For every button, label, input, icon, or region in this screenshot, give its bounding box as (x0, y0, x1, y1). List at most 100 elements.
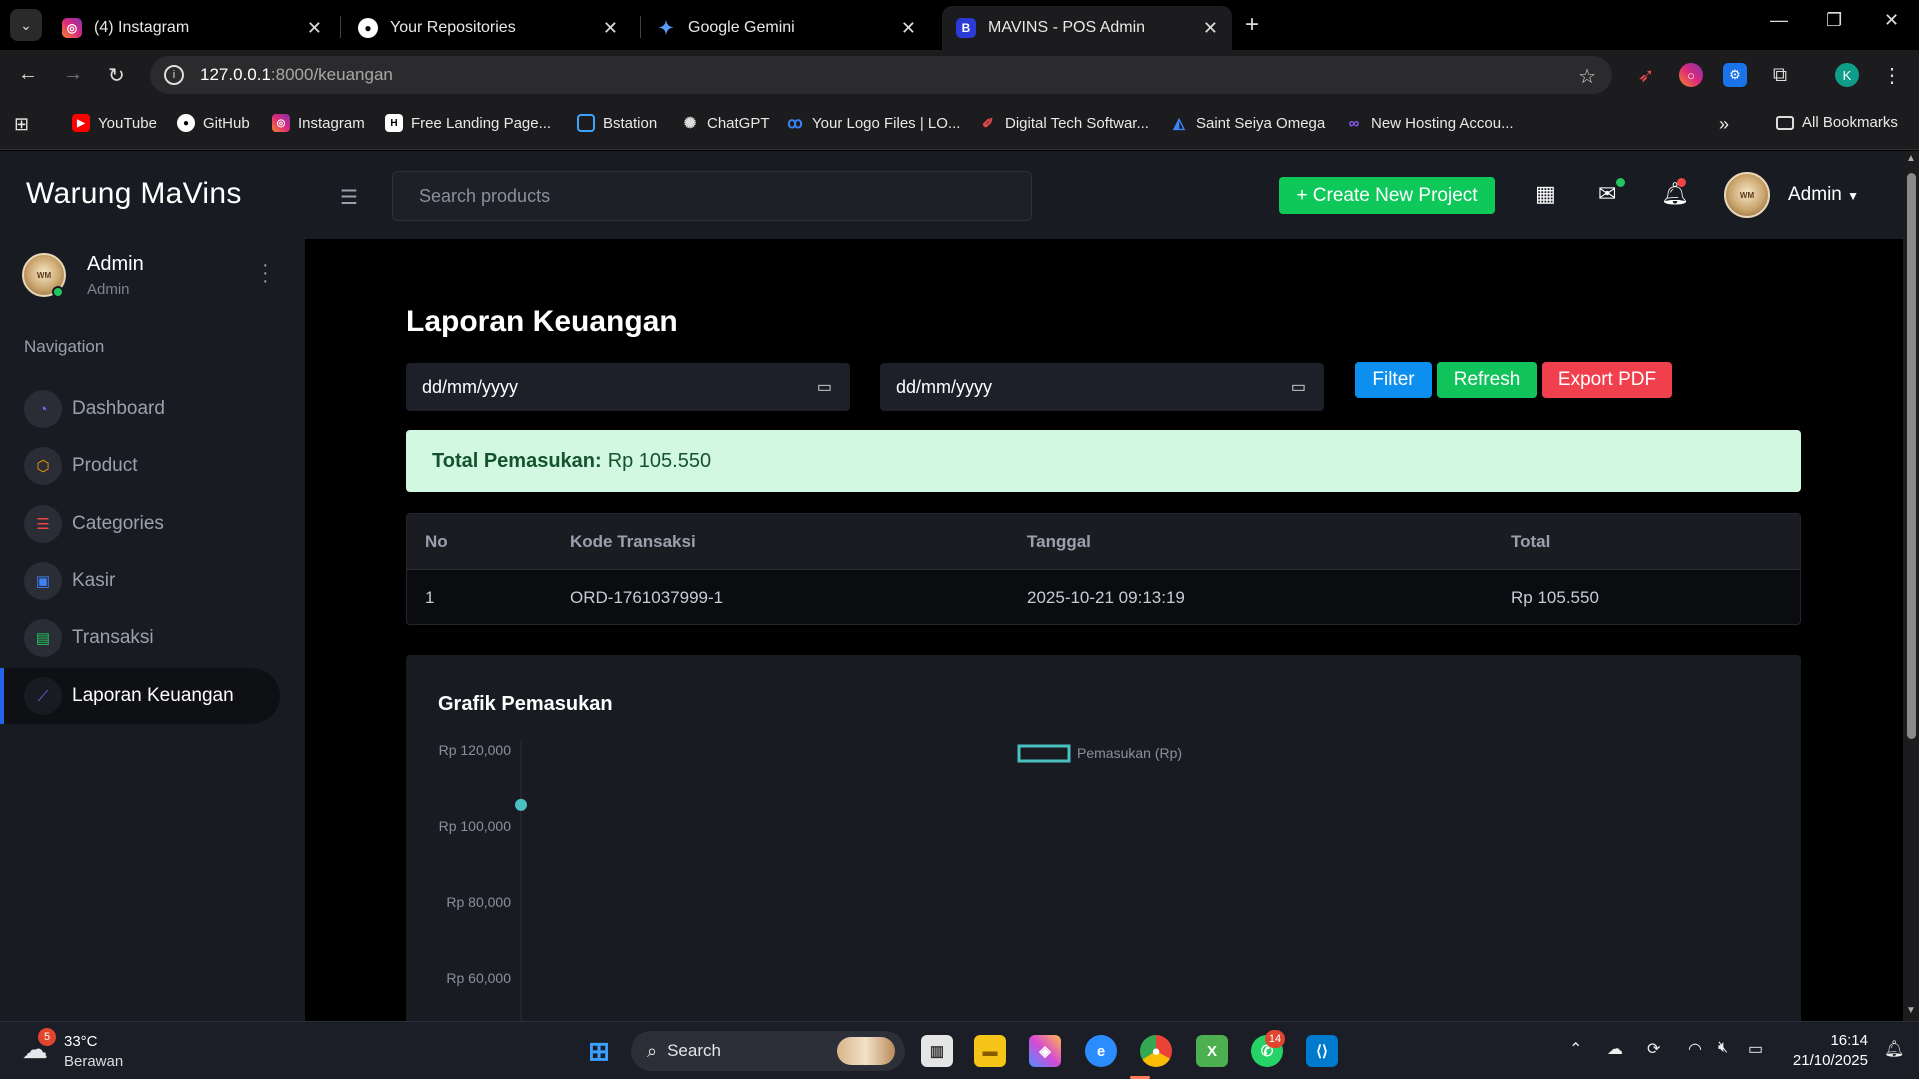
weather-temp[interactable]: 33°C (64, 1033, 98, 1050)
back-arrow-icon[interactable]: ← (18, 63, 38, 86)
task-view-icon[interactable]: ▥ (921, 1035, 953, 1067)
bookmark-label: Your Logo Files | LO... (812, 114, 961, 132)
edge-icon[interactable]: e (1085, 1035, 1117, 1067)
caret-down-icon: ▼ (1847, 189, 1860, 203)
weather-badge: 5 (38, 1028, 56, 1046)
xampp-icon[interactable]: X (1196, 1035, 1228, 1067)
scrollbar-thumb[interactable] (1907, 173, 1916, 739)
battery-icon[interactable]: ▭ (1748, 1039, 1763, 1059)
url-input[interactable]: i 127.0.0.1:8000/keuangan ☆ (150, 56, 1612, 94)
page-scrollbar[interactable]: ▲ ▼ (1903, 151, 1919, 1021)
receipt-icon: ▤ (24, 619, 62, 657)
calendar-icon[interactable]: ▭ (817, 377, 832, 397)
legend-label: Pemasukan (Rp) (1077, 745, 1182, 761)
scroll-down-icon[interactable]: ▼ (1906, 1005, 1916, 1016)
tab-instagram[interactable]: ◎ (4) Instagram ✕ (48, 6, 336, 50)
tab-mavins-active[interactable]: B MAVINS - POS Admin ✕ (942, 6, 1232, 50)
bookmark-instagram[interactable]: ◎ Instagram (272, 114, 365, 132)
site-info-icon[interactable]: i (164, 65, 184, 85)
export-pdf-button[interactable]: Export PDF (1542, 362, 1672, 398)
sidebar-item-categories[interactable]: ☰ Categories (0, 496, 280, 552)
mail-icon[interactable]: ✉ (1598, 181, 1616, 207)
bookmark-star-icon[interactable]: ☆ (1578, 64, 1596, 89)
copilot-icon[interactable]: ◈ (1029, 1035, 1061, 1067)
date-from-input[interactable]: dd/mm/yyyy ▭ (406, 363, 850, 411)
bookmark-logo-files[interactable]: ꝏ Your Logo Files | LO... (786, 114, 961, 133)
sidebar-item-kasir[interactable]: ▣ Kasir (0, 553, 280, 609)
wifi-icon[interactable]: ◠ (1688, 1039, 1702, 1059)
sidebar-item-product[interactable]: ⬡ Product (0, 438, 280, 494)
windows-start-icon[interactable]: ⊞ (583, 1035, 615, 1067)
all-bookmarks-button[interactable]: All Bookmarks (1776, 114, 1898, 131)
grid-icon[interactable]: ▦ (1535, 181, 1556, 207)
sync-icon[interactable]: ⟳ (1647, 1039, 1660, 1059)
refresh-button[interactable]: Refresh (1437, 362, 1537, 398)
hamburger-menu-icon[interactable]: ☰ (340, 185, 358, 210)
clock-time[interactable]: 16:14 (1788, 1032, 1868, 1049)
create-new-project-button[interactable]: + Create New Project (1279, 177, 1495, 214)
user-role: Admin (87, 281, 130, 298)
file-explorer-icon[interactable]: ▬ (974, 1035, 1006, 1067)
close-tab-icon[interactable]: ✕ (603, 18, 618, 39)
sidebar: Warung MaVins WM Admin Admin · · · Navigat… (0, 151, 305, 1021)
bookmark-youtube[interactable]: ▶ YouTube (72, 114, 157, 132)
bookmark-bstation[interactable]: Bstation (577, 114, 657, 132)
bookmark-github[interactable]: ● GitHub (177, 114, 250, 132)
tray-overflow-icon[interactable]: ⌃ (1569, 1039, 1582, 1059)
mail-notification-dot (1616, 178, 1625, 187)
restore-icon[interactable]: ❐ (1826, 10, 1842, 31)
brand-title[interactable]: Warung MaVins (26, 177, 242, 211)
bookmark-hosting[interactable]: ∞ New Hosting Accou... (1345, 114, 1514, 132)
apps-grid-icon[interactable]: ⊞ (14, 114, 29, 135)
extension-gear-icon[interactable]: ⚙ (1723, 63, 1747, 87)
clock-date[interactable]: 21/10/2025 (1778, 1052, 1868, 1069)
taskbar-search-box[interactable]: ⌕ Search (631, 1031, 905, 1071)
close-tab-icon[interactable]: ✕ (901, 18, 916, 39)
bookmark-landing-page[interactable]: H Free Landing Page... (385, 114, 551, 132)
tab-github[interactable]: ● Your Repositories ✕ (344, 6, 632, 50)
close-tab-icon[interactable]: ✕ (1203, 18, 1218, 39)
column-header: Tanggal (1027, 532, 1091, 551)
weather-desc[interactable]: Berawan (64, 1053, 123, 1070)
extension-circle-icon[interactable]: ○ (1679, 63, 1703, 87)
bookmark-digital-tech[interactable]: ✐ Digital Tech Softwar... (979, 114, 1149, 132)
profile-avatar[interactable]: K (1835, 63, 1859, 87)
bookmark-chatgpt[interactable]: ✺ ChatGPT (681, 114, 770, 133)
tab-gemini[interactable]: ✦ Google Gemini ✕ (642, 6, 930, 50)
calendar-icon[interactable]: ▭ (1291, 377, 1306, 397)
admin-dropdown[interactable]: Admin ▼ (1788, 184, 1859, 206)
reload-icon[interactable]: ↻ (108, 63, 125, 88)
github-icon: ● (177, 114, 195, 132)
sidebar-item-transaksi[interactable]: ▤ Transaksi (0, 610, 280, 666)
extensions-puzzle-icon[interactable]: ⧉ (1768, 63, 1792, 87)
chrome-icon[interactable]: ● (1140, 1035, 1172, 1067)
vscode-icon[interactable]: ⟨⟩ (1306, 1035, 1338, 1067)
new-tab-icon[interactable]: + (1245, 11, 1259, 39)
volume-muted-icon[interactable]: 🔇︎ (1718, 1039, 1728, 1057)
notification-center-icon[interactable]: 🔔︎ (1884, 1039, 1904, 1059)
bookmark-saint-seiya[interactable]: ◭ Saint Seiya Omega (1170, 114, 1325, 133)
bookmark-label: YouTube (98, 114, 157, 132)
more-bookmarks-icon[interactable]: » (1719, 114, 1729, 135)
sidebar-item-dashboard[interactable]: ◔ Dashboard (0, 381, 280, 437)
scroll-up-icon[interactable]: ▲ (1906, 153, 1916, 164)
income-chart-card: Grafik Pemasukan Rp 120,000 Rp 100,000 Rp … (406, 655, 1801, 1021)
forward-arrow-icon[interactable]: → (63, 63, 83, 86)
date-to-input[interactable]: dd/mm/yyyy ▭ (880, 363, 1324, 411)
user-menu-kebab-icon[interactable]: · · · (262, 255, 269, 291)
column-header: Total (1511, 532, 1551, 551)
minimize-icon[interactable]: — (1770, 10, 1788, 31)
table-cell: Rp 105.550 (1511, 588, 1599, 607)
search-input[interactable]: Search products (392, 171, 1032, 221)
tab-search-button[interactable]: ⌄ (10, 9, 42, 41)
admin-avatar[interactable]: WM (1724, 172, 1770, 218)
close-window-icon[interactable]: ✕ (1884, 10, 1899, 31)
filter-button[interactable]: Filter (1355, 362, 1432, 398)
extension-bird-icon[interactable]: ➶ (1634, 63, 1658, 87)
onedrive-icon[interactable]: ☁ (1607, 1039, 1623, 1059)
sidebar-item-label: Laporan Keuangan (72, 685, 234, 706)
close-tab-icon[interactable]: ✕ (307, 18, 322, 39)
browser-menu-icon[interactable]: ⋮ (1880, 63, 1904, 87)
sidebar-item-laporan-keuangan[interactable]: ⟋ Laporan Keuangan (0, 668, 280, 724)
folder-icon (1776, 115, 1794, 130)
